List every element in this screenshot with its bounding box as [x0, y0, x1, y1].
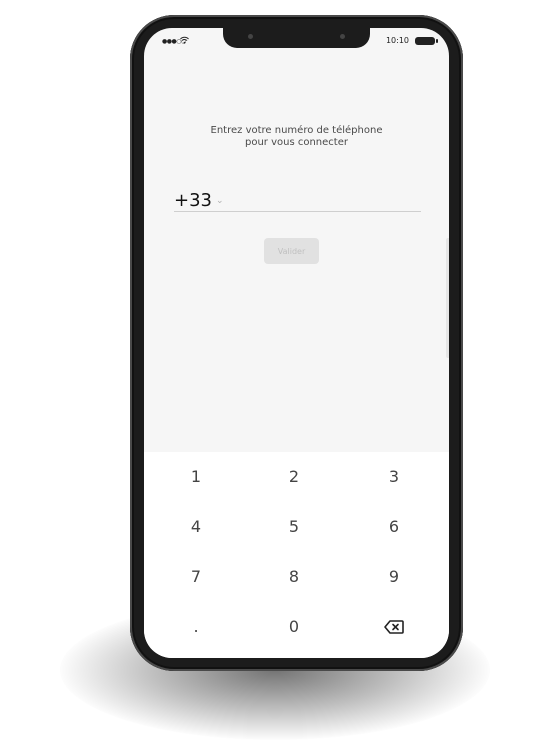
country-code-selector[interactable]: +33: [174, 192, 212, 210]
key-6[interactable]: 6: [354, 507, 434, 547]
battery-icon: [415, 37, 438, 45]
phone-number-field[interactable]: +33 ⌄: [174, 186, 421, 210]
login-prompt: Entrez votre numéro de téléphone pour vo…: [184, 125, 409, 149]
key-3[interactable]: 3: [354, 457, 434, 497]
camera-dot-icon: [248, 34, 253, 39]
key-7[interactable]: 7: [156, 557, 236, 597]
wifi-icon: [180, 36, 189, 47]
backspace-key[interactable]: [354, 607, 434, 647]
key-8[interactable]: 8: [254, 557, 334, 597]
key-0[interactable]: 0: [254, 607, 334, 647]
login-prompt-line2: pour vous connecter: [245, 137, 348, 148]
phone-input-underline: [174, 211, 421, 212]
key-9[interactable]: 9: [354, 557, 434, 597]
chevron-down-icon[interactable]: ⌄: [216, 197, 224, 206]
key-decimal[interactable]: .: [156, 607, 236, 647]
login-prompt-line1: Entrez votre numéro de téléphone: [210, 125, 383, 136]
key-2[interactable]: 2: [254, 457, 334, 497]
key-1[interactable]: 1: [156, 457, 236, 497]
key-4[interactable]: 4: [156, 507, 236, 547]
backspace-icon: [384, 620, 404, 634]
validate-button[interactable]: Valider: [264, 238, 319, 264]
phone-frame: ●●●○○ 10:10 Entrez votre numéro de télép…: [130, 15, 463, 671]
side-scroll-indicator: [446, 238, 449, 358]
sensor-dot-icon: [340, 34, 345, 39]
camera-notch: [223, 28, 370, 48]
numeric-keypad: 1 2 3 4 5 6 7 8 9 . 0: [144, 452, 449, 658]
key-5[interactable]: 5: [254, 507, 334, 547]
phone-screen: ●●●○○ 10:10 Entrez votre numéro de télép…: [144, 28, 449, 658]
status-time: 10:10: [385, 36, 409, 45]
